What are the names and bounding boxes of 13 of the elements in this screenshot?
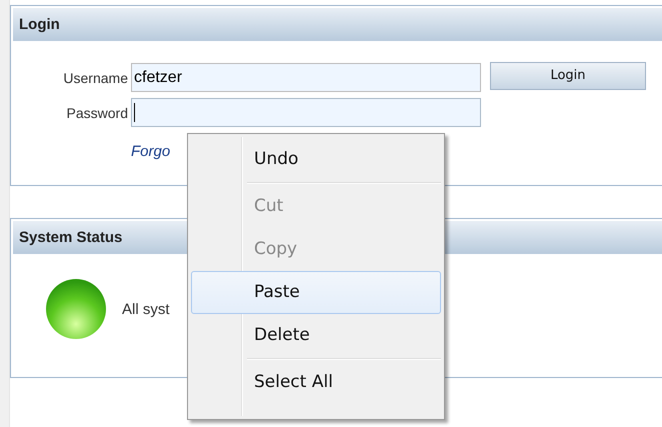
menu-item[interactable]: Paste: [191, 271, 441, 314]
field-label: Password: [66, 104, 128, 120]
menu-item[interactable]: Undo: [191, 138, 441, 181]
forgot-link[interactable]: Forgo: [131, 143, 170, 160]
field-label: Username: [62, 70, 128, 86]
panel-title: Login: [19, 16, 60, 33]
input-field[interactable]: [131, 98, 481, 127]
panel-title: System Status: [19, 229, 122, 246]
login-button[interactable]: Login: [490, 62, 646, 90]
status-message: All syst: [122, 300, 170, 318]
input-field[interactable]: cfetzer: [131, 63, 481, 92]
menu-item[interactable]: Delete: [191, 314, 441, 357]
menu-item[interactable]: Select All: [191, 361, 441, 404]
